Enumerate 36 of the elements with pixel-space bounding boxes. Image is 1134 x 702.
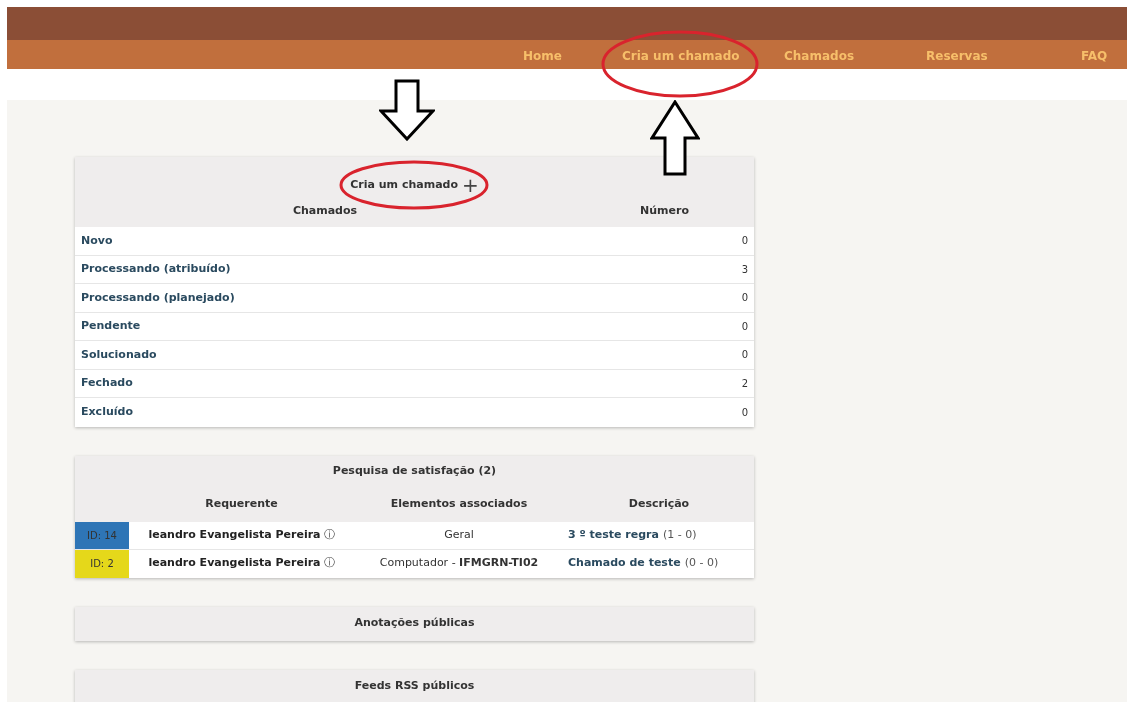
column-header: Descrição bbox=[627, 496, 691, 513]
requester-name: leandro Evangelista Pereira bbox=[148, 526, 321, 543]
description-link[interactable]: Chamado de teste bbox=[568, 555, 681, 572]
table-cell-text: Computador - IFMGRN-TI02 bbox=[378, 555, 540, 572]
status-link[interactable]: Excluído bbox=[81, 404, 742, 421]
info-icon[interactable]: ⓘ bbox=[323, 526, 335, 544]
count-text: 0 bbox=[741, 234, 748, 249]
count-text: (1 - 0) bbox=[662, 526, 697, 543]
description-link[interactable]: 3 º teste regra bbox=[568, 526, 659, 544]
count-text: 0 bbox=[741, 319, 748, 334]
count-text: 3 bbox=[741, 262, 748, 277]
status-link[interactable]: Processando (atribuído) bbox=[81, 261, 742, 278]
status-link[interactable]: Solucionado bbox=[81, 346, 742, 363]
count-text: (0 - 0) bbox=[684, 555, 719, 572]
panel-title: Pesquisa de satisfação (2) bbox=[331, 463, 498, 480]
count-text: 0 bbox=[741, 291, 748, 306]
count-text: 0 bbox=[741, 405, 748, 420]
status-link[interactable]: Fechado bbox=[81, 375, 742, 392]
panel-title: Feeds RSS públicos bbox=[354, 678, 475, 695]
status-link[interactable]: Novo bbox=[81, 232, 742, 249]
create-ticket-link[interactable]: Cria um chamado bbox=[350, 176, 458, 195]
count-text: 2 bbox=[741, 376, 748, 391]
status-link[interactable]: Processando (planejado) bbox=[81, 289, 742, 306]
info-icon[interactable]: ⓘ bbox=[323, 555, 335, 572]
column-header: Elementos associados bbox=[389, 496, 529, 513]
count-text: 0 bbox=[741, 348, 748, 363]
table-cell-text: Geral bbox=[443, 526, 475, 543]
requester-name: leandro Evangelista Pereira bbox=[148, 555, 321, 572]
column-header: Requerente bbox=[204, 496, 279, 513]
id-badge: ID: 2 bbox=[75, 549, 129, 578]
id-badge: ID: 14 bbox=[75, 521, 129, 549]
plus-icon[interactable]: + bbox=[462, 175, 479, 195]
column-header: Número bbox=[639, 202, 690, 219]
column-header: Chamados bbox=[291, 202, 359, 219]
panel-title: Anotações públicas bbox=[354, 615, 475, 632]
status-link[interactable]: Pendente bbox=[81, 318, 742, 335]
